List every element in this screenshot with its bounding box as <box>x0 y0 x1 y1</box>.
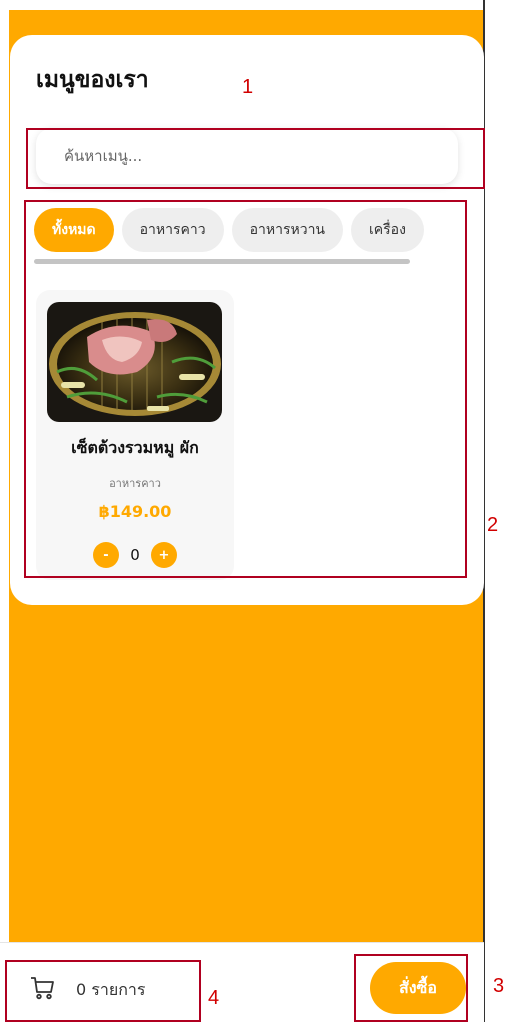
annotation-label-4: 4 <box>208 987 220 1009</box>
annotation-box-4 <box>5 960 201 1022</box>
annotation-box-3 <box>354 954 468 1022</box>
annotation-label-3: 3 <box>493 975 505 997</box>
annotation-box-1 <box>26 128 485 189</box>
page-title: เมนูของเรา <box>36 67 149 93</box>
annotation-label-2: 2 <box>487 514 499 536</box>
screen: เมนูของเรา ทั้งหมดอาหารคาวอาหารหวานเครื่… <box>0 0 511 1022</box>
annotation-box-2 <box>24 200 467 578</box>
annotation-label-1: 1 <box>242 76 254 98</box>
